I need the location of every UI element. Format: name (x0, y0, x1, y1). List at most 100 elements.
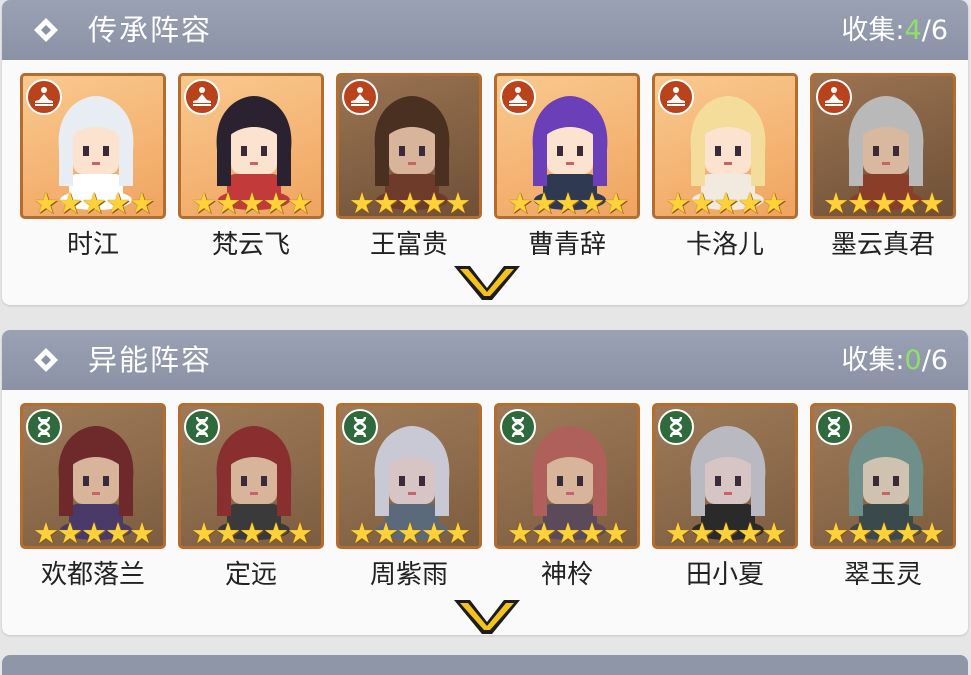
next-section-header (2, 655, 968, 675)
star-icon: ★ (555, 186, 581, 219)
portrait-frame: ★ ★ ★ ★ ★ (20, 73, 166, 219)
star-icon: ★ (445, 516, 471, 549)
section-title: 传承阵容 (88, 13, 213, 47)
section-header: 异能阵容 收集:0/6 (2, 330, 968, 390)
section-inheritance-lineup: 传承阵容 收集:4/6 ★ ★ ★ ★ ★ 时江 ★ ★ ★ ★ ★ 梵云飞 ★ ★ ★ ★ ★ 王富贵 ★ ★ ★ ★ ★… (2, 0, 968, 305)
diamond-icon (34, 18, 58, 42)
portrait-frame: ★ ★ ★ ★ ★ (178, 403, 324, 549)
character-card[interactable]: ★ ★ ★ ★ ★ 卡洛儿 (652, 73, 798, 273)
star-icon: ★ (105, 516, 131, 549)
star-icon: ★ (81, 186, 107, 219)
star-icon: ★ (215, 516, 241, 549)
character-name: 周紫雨 (369, 560, 448, 590)
portrait-frame: ★ ★ ★ ★ ★ (336, 73, 482, 219)
star-icon: ★ (579, 516, 605, 549)
character-name: 王富贵 (369, 230, 448, 260)
star-icon: ★ (871, 516, 897, 549)
section-ability-lineup: 异能阵容 收集:0/6 ★ ★ ★ ★ ★ 欢都落兰 ★ ★ ★ ★ ★ 定远 ★ ★ ★ ★ ★ 周紫雨 ★ ★ ★ ★… (2, 330, 968, 635)
star-icon: ★ (919, 186, 945, 219)
character-card[interactable]: ★ ★ ★ ★ ★ 王富贵 (336, 73, 482, 273)
star-icon: ★ (373, 516, 399, 549)
star-rating: ★ ★ ★ ★ ★ (349, 186, 475, 219)
star-icon: ★ (579, 186, 605, 219)
star-icon: ★ (665, 516, 691, 549)
star-rating: ★ ★ ★ ★ ★ (349, 516, 475, 549)
star-rating: ★ ★ ★ ★ ★ (191, 186, 317, 219)
star-icon: ★ (129, 516, 155, 549)
expand-chevron-icon[interactable] (452, 262, 522, 302)
star-icon: ★ (373, 186, 399, 219)
meditation-icon (500, 79, 536, 115)
star-icon: ★ (531, 186, 557, 219)
meditation-icon (26, 79, 62, 115)
star-icon: ★ (665, 186, 691, 219)
dna-icon (184, 409, 220, 445)
star-icon: ★ (531, 516, 557, 549)
portrait-frame: ★ ★ ★ ★ ★ (20, 403, 166, 549)
dna-icon (342, 409, 378, 445)
star-icon: ★ (737, 186, 763, 219)
star-rating: ★ ★ ★ ★ ★ (507, 516, 633, 549)
character-card[interactable]: ★ ★ ★ ★ ★ 墨云真君 (810, 73, 956, 273)
star-icon: ★ (349, 186, 375, 219)
character-name: 墨云真君 (830, 230, 935, 260)
meditation-icon (658, 79, 694, 115)
star-icon: ★ (689, 516, 715, 549)
meditation-icon (184, 79, 220, 115)
character-card[interactable]: ★ ★ ★ ★ ★ 翠玉灵 (810, 403, 956, 603)
meditation-icon (342, 79, 378, 115)
section-title: 异能阵容 (88, 343, 213, 377)
dna-icon (816, 409, 852, 445)
star-icon: ★ (105, 186, 131, 219)
star-icon: ★ (761, 186, 787, 219)
star-icon: ★ (239, 516, 265, 549)
star-icon: ★ (895, 186, 921, 219)
character-row: ★ ★ ★ ★ ★ 欢都落兰 ★ ★ ★ ★ ★ 定远 ★ ★ ★ ★ ★ 周紫雨 ★ ★ ★ ★ ★ 神柃 ★ ★ ★ ★ ★ 田小夏 ★… (20, 403, 960, 603)
character-name: 卡洛儿 (685, 230, 764, 260)
star-icon: ★ (823, 186, 849, 219)
character-card[interactable]: ★ ★ ★ ★ ★ 定远 (178, 403, 324, 603)
portrait-frame: ★ ★ ★ ★ ★ (810, 73, 956, 219)
dna-icon (26, 409, 62, 445)
star-icon: ★ (445, 186, 471, 219)
character-card[interactable]: ★ ★ ★ ★ ★ 周紫雨 (336, 403, 482, 603)
star-icon: ★ (287, 186, 313, 219)
star-icon: ★ (737, 516, 763, 549)
portrait-frame: ★ ★ ★ ★ ★ (652, 73, 798, 219)
character-card[interactable]: ★ ★ ★ ★ ★ 欢都落兰 (20, 403, 166, 603)
character-name: 翠玉灵 (843, 560, 922, 590)
star-rating: ★ ★ ★ ★ ★ (665, 516, 791, 549)
star-rating: ★ ★ ★ ★ ★ (191, 516, 317, 549)
portrait-frame: ★ ★ ★ ★ ★ (494, 73, 640, 219)
character-row: ★ ★ ★ ★ ★ 时江 ★ ★ ★ ★ ★ 梵云飞 ★ ★ ★ ★ ★ 王富贵 ★ ★ ★ ★ ★ 曹青辞 ★ ★ ★ ★ ★ 卡洛儿 ★… (20, 73, 960, 273)
star-icon: ★ (421, 186, 447, 219)
star-rating: ★ ★ ★ ★ ★ (507, 186, 633, 219)
expand-chevron-icon[interactable] (452, 596, 522, 635)
section-header: 传承阵容 收集:4/6 (2, 0, 968, 60)
character-card[interactable]: ★ ★ ★ ★ ★ 曹青辞 (494, 73, 640, 273)
star-icon: ★ (57, 516, 83, 549)
character-card[interactable]: ★ ★ ★ ★ ★ 神柃 (494, 403, 640, 603)
portrait-frame: ★ ★ ★ ★ ★ (652, 403, 798, 549)
star-icon: ★ (397, 186, 423, 219)
star-icon: ★ (33, 186, 59, 219)
star-icon: ★ (761, 516, 787, 549)
star-icon: ★ (895, 516, 921, 549)
star-icon: ★ (713, 186, 739, 219)
character-name: 田小夏 (685, 560, 764, 590)
star-icon: ★ (507, 516, 533, 549)
character-card[interactable]: ★ ★ ★ ★ ★ 田小夏 (652, 403, 798, 603)
star-icon: ★ (239, 186, 265, 219)
star-icon: ★ (263, 516, 289, 549)
star-icon: ★ (689, 186, 715, 219)
star-rating: ★ ★ ★ ★ ★ (665, 186, 791, 219)
star-icon: ★ (919, 516, 945, 549)
character-card[interactable]: ★ ★ ★ ★ ★ 时江 (20, 73, 166, 273)
star-icon: ★ (397, 516, 423, 549)
star-icon: ★ (823, 516, 849, 549)
meditation-icon (816, 79, 852, 115)
star-icon: ★ (713, 516, 739, 549)
character-card[interactable]: ★ ★ ★ ★ ★ 梵云飞 (178, 73, 324, 273)
star-rating: ★ ★ ★ ★ ★ (33, 516, 159, 549)
star-icon: ★ (129, 186, 155, 219)
